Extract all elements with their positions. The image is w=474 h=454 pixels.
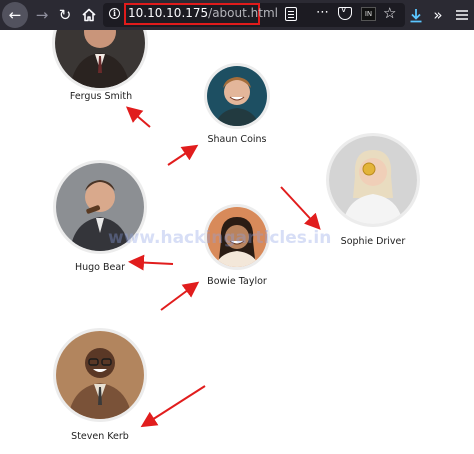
arrow-to-shaun-coins [167,144,199,166]
menu-icon[interactable] [450,3,474,27]
arrow-to-fergus-smith [125,106,151,128]
overflow-icon[interactable]: » [426,3,450,27]
arrow-to-bowie-taylor [160,281,200,311]
annotation-arrows [125,106,321,428]
more-actions-icon[interactable]: ⋯ [316,5,330,20]
arrow-to-hugo-bear [128,254,174,271]
info-icon[interactable]: i [109,8,120,19]
arrow-to-steven-kerb [140,385,206,428]
reader-view-icon[interactable] [285,7,297,21]
extension-icon[interactable]: IN [361,7,376,21]
team-page: Fergus Smith Shaun Coins Sophie Driver H… [0,30,474,454]
reload-icon[interactable]: ↻ [53,3,77,27]
arrow-to-sophie-driver [280,186,321,230]
home-icon[interactable] [77,3,101,27]
download-icon[interactable] [404,3,428,27]
url-text[interactable]: 10.10.10.175/about.html [128,6,278,20]
browser-toolbar: ← → ↻ i 10.10.10.175/about.html ⋯ IN ☆ » [0,0,474,30]
url-host: 10.10.10.175 [128,6,209,20]
back-arrow-icon[interactable]: ← [2,2,28,28]
url-path: /about.html [208,6,278,20]
pocket-icon[interactable] [338,5,352,20]
forward-arrow-icon[interactable]: → [30,3,54,27]
star-icon[interactable]: ☆ [383,4,396,22]
url-bar[interactable]: i 10.10.10.175/about.html ⋯ IN ☆ [103,3,405,27]
